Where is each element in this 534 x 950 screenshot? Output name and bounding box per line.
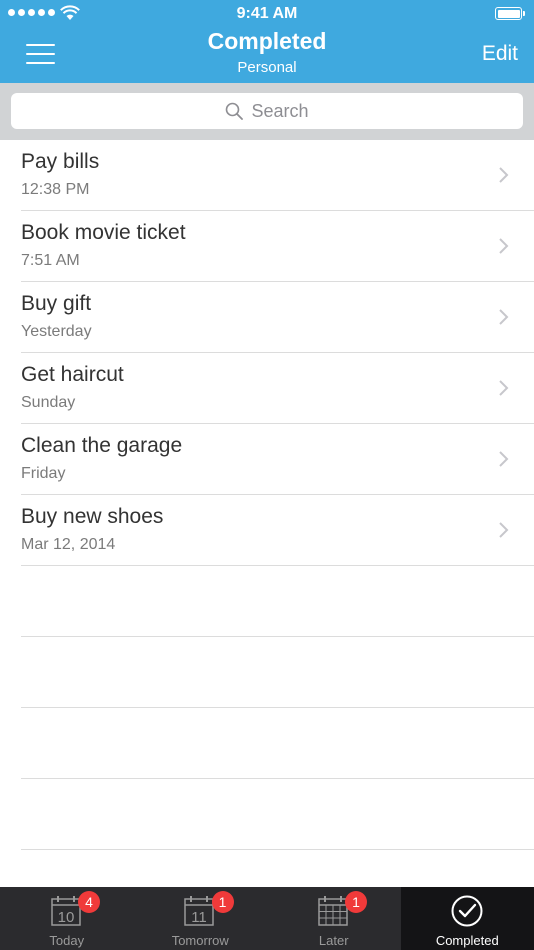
calendar-date: 10 (57, 909, 74, 926)
task-time: 7:51 AM (21, 252, 80, 269)
task-row-buy-gift[interactable]: Buy gift Yesterday (0, 282, 534, 353)
header: 9:41 AM Completed Personal Edit (0, 0, 534, 83)
edit-button[interactable]: Edit (482, 42, 518, 66)
task-title: Clean the garage (21, 434, 183, 457)
tab-completed[interactable]: Completed (400, 887, 534, 950)
empty-row (0, 637, 534, 708)
task-time: 12:38 PM (21, 181, 90, 198)
task-title: Book movie ticket (21, 221, 186, 244)
task-row-pay-bills[interactable]: Pay bills 12:38 PM (0, 140, 534, 211)
tab-label: Today (49, 933, 85, 948)
task-row-buy-new-shoes[interactable]: Buy new shoes Mar 12, 2014 (0, 495, 534, 566)
empty-row (0, 566, 534, 637)
check-circle-icon (451, 895, 483, 927)
list-name: Personal (237, 59, 297, 76)
page-title: Completed (207, 28, 327, 54)
task-list: Pay bills 12:38 PM Book movie ticket 7:5… (0, 140, 534, 850)
task-title: Buy gift (21, 292, 92, 315)
chevron-right-icon (499, 451, 509, 467)
task-row-get-haircut[interactable]: Get haircut Sunday (0, 353, 534, 424)
task-row-book-movie-ticket[interactable]: Book movie ticket 7:51 AM (0, 211, 534, 282)
task-time: Friday (21, 465, 66, 482)
empty-row (0, 779, 534, 850)
battery-icon (495, 7, 525, 20)
badge-count: 1 (345, 891, 367, 913)
chevron-right-icon (499, 167, 509, 183)
task-time: Yesterday (21, 323, 92, 340)
search-icon (226, 102, 244, 120)
badge-count: 1 (211, 891, 234, 913)
tab-label: Completed (435, 933, 499, 948)
search-input[interactable]: Search (11, 93, 523, 129)
task-time: Sunday (21, 394, 76, 411)
tab-later[interactable]: 1 Later (267, 887, 401, 950)
task-row-clean-the-garage[interactable]: Clean the garage Friday (0, 424, 534, 495)
tab-today[interactable]: 10 4 Today (0, 887, 134, 950)
task-title: Pay bills (21, 150, 100, 173)
search-placeholder: Search (251, 100, 309, 121)
status-time: 9:41 AM (236, 5, 298, 22)
badge-count: 4 (78, 891, 100, 913)
chevron-right-icon (499, 522, 509, 538)
chevron-right-icon (499, 380, 509, 396)
chevron-right-icon (499, 238, 509, 254)
empty-row (0, 708, 534, 779)
tab-label: Tomorrow (171, 933, 229, 948)
search-bar: Search (0, 83, 534, 140)
calendar-date: 11 (191, 909, 207, 926)
task-title: Buy new shoes (21, 505, 164, 528)
tab-label: Later (318, 933, 349, 948)
status-bar: 9:41 AM (0, 0, 534, 28)
task-time: Mar 12, 2014 (21, 536, 116, 553)
tab-tomorrow[interactable]: 11 1 Tomorrow (134, 887, 268, 950)
tab-bar: 10 4 Today 11 1 Tomorrow 1 Later Complet… (0, 887, 534, 950)
task-title: Get haircut (21, 363, 124, 386)
chevron-right-icon (499, 309, 509, 325)
